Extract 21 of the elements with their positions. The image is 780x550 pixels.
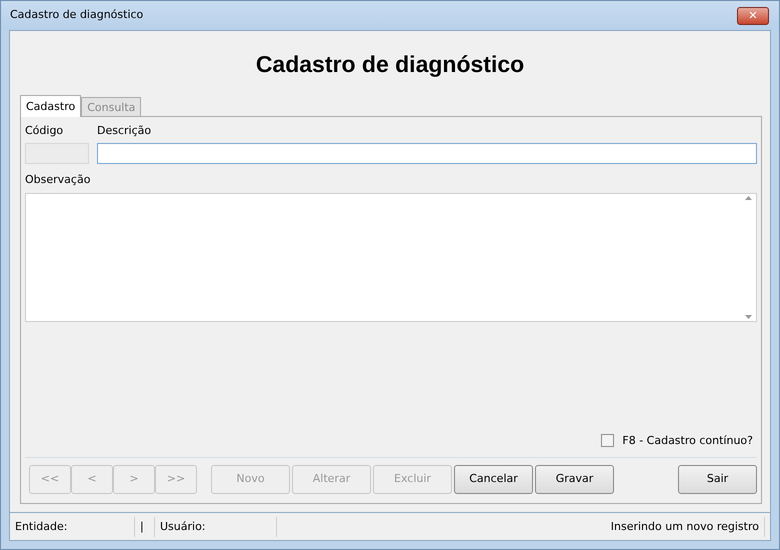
exit-button[interactable]: Sair [678, 465, 757, 494]
description-field[interactable] [97, 143, 757, 164]
checkbox[interactable] [601, 434, 614, 448]
scroll-up-icon[interactable] [745, 196, 752, 200]
field-label: Descrição [97, 122, 152, 138]
status-text: Entidade: [10, 516, 135, 536]
tab[interactable]: Cadastro [20, 94, 82, 116]
status-text: | [135, 516, 155, 536]
field-label: Código [25, 122, 64, 138]
field-label: Observação [25, 172, 92, 188]
close-button[interactable]: ✕ [737, 6, 769, 24]
notes-field[interactable] [25, 192, 757, 322]
checkbox-label: F8 - Cadastro contínuo? [622, 432, 753, 448]
action-button[interactable]: Gravar [535, 465, 614, 494]
tab[interactable]: Consulta [81, 96, 142, 116]
scroll-down-icon[interactable] [745, 314, 752, 318]
status-text: Inserindo um novo registro [277, 516, 765, 536]
status-text: Usuário: [155, 516, 277, 536]
window-title: Cadastro de diagnóstico [10, 7, 144, 24]
form-heading: Cadastro de diagnóstico [254, 50, 526, 79]
action-button[interactable]: Cancelar [454, 465, 533, 494]
